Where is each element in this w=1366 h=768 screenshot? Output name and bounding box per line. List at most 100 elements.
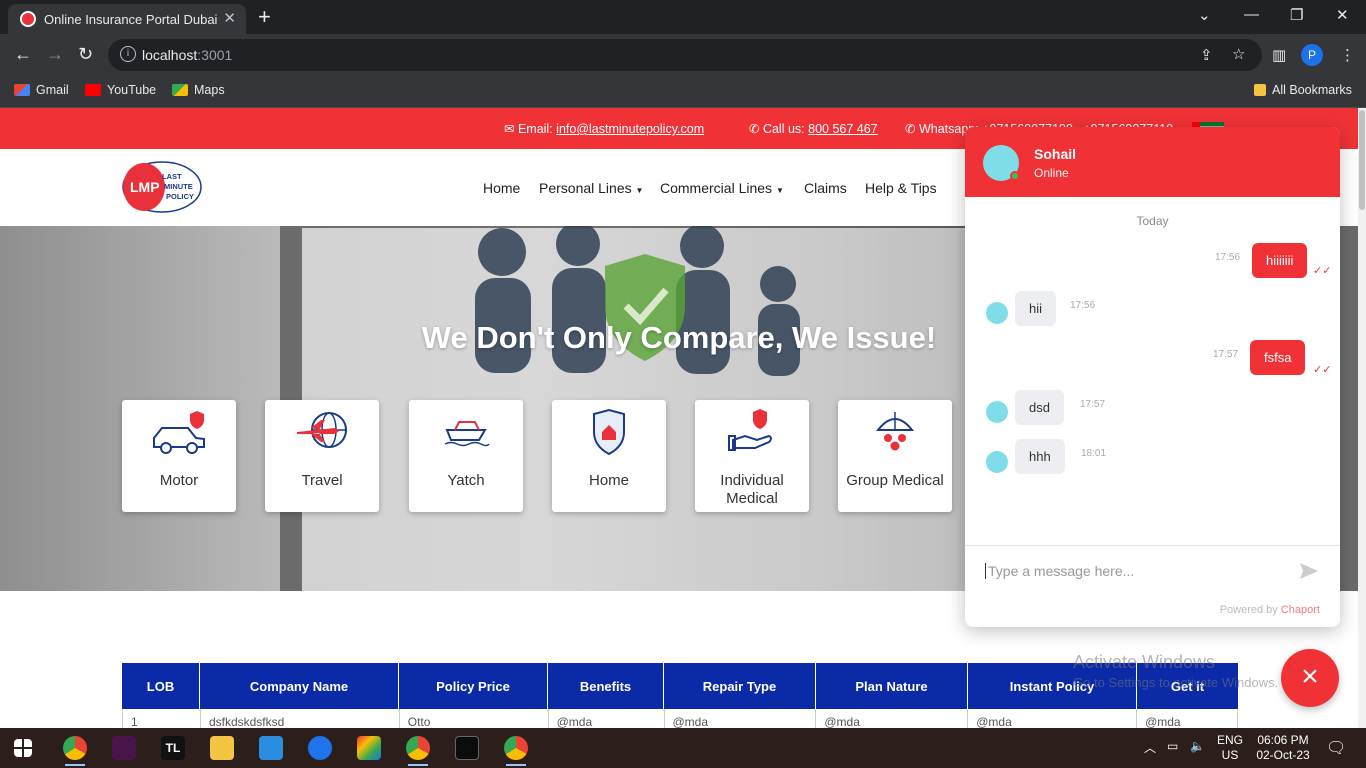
bookmark-maps[interactable]: Maps xyxy=(172,83,225,97)
product-card-label: Individual Medical xyxy=(720,472,784,507)
message-time: 17:57 xyxy=(1080,399,1106,410)
maps-icon xyxy=(172,84,188,96)
url-text: localhost:3001 xyxy=(142,47,233,63)
language-indicator[interactable]: ENG US xyxy=(1217,733,1243,763)
site-favicon-icon xyxy=(20,11,36,27)
agent-mini-avatar xyxy=(986,302,1008,324)
agent-mini-avatar xyxy=(986,401,1008,423)
url-field[interactable]: i localhost:3001 ⇪ ☆ xyxy=(108,39,1262,71)
online-status-dot xyxy=(1010,171,1020,181)
notification-icon[interactable]: 🗨 xyxy=(1326,738,1346,758)
windows-start-icon[interactable] xyxy=(14,739,32,757)
zoom-icon[interactable] xyxy=(308,736,332,760)
table-cell: @mda xyxy=(968,709,1138,728)
vscode-icon[interactable] xyxy=(259,736,283,760)
network-icon[interactable]: ▭ xyxy=(1167,739,1178,753)
send-icon[interactable] xyxy=(1299,562,1319,580)
message-time: 18:01 xyxy=(1081,448,1107,459)
minimize-icon[interactable]: — xyxy=(1244,6,1259,23)
folder-icon xyxy=(1254,84,1266,96)
chrome-icon[interactable] xyxy=(504,736,528,766)
product-card-yacht[interactable]: Yatch xyxy=(409,400,523,512)
nav-help-tips[interactable]: Help & Tips xyxy=(865,180,937,196)
table-cell: Otto xyxy=(400,709,549,728)
powered-by: Powered by Chaport xyxy=(1219,604,1320,616)
chrome-icon[interactable] xyxy=(406,736,430,766)
clock[interactable]: 06:06 PM 02-Oct-23 xyxy=(1254,733,1312,763)
slack-icon[interactable] xyxy=(112,736,136,760)
message-outgoing: fsfsa xyxy=(1250,340,1306,375)
hand-shield-icon xyxy=(728,409,772,451)
product-card-home[interactable]: Home xyxy=(552,400,666,512)
terminal-icon[interactable] xyxy=(455,736,479,760)
logo-letters: LMP xyxy=(130,179,160,195)
nav-personal-lines[interactable]: Personal Lines ▼ xyxy=(539,180,643,196)
show-hidden-icons-icon[interactable]: ︿ xyxy=(1144,739,1156,756)
windows-taskbar: TL ︿ ▭ 🔈 ENG US 06:06 PM 02-Oct-23 🗨 xyxy=(0,728,1366,768)
nav-home[interactable]: Home xyxy=(483,180,520,196)
phone-link[interactable]: 800 567 467 xyxy=(808,122,878,136)
page-scrollbar[interactable] xyxy=(1358,108,1366,728)
chaport-link[interactable]: Chaport xyxy=(1281,604,1320,616)
message-outgoing: hiiiiiii xyxy=(1252,243,1308,278)
side-panel-icon[interactable]: ▥ xyxy=(1272,46,1286,64)
message-time: 17:57 xyxy=(1213,349,1239,360)
product-card-group-medical[interactable]: Group Medical xyxy=(838,400,952,512)
file-explorer-icon[interactable] xyxy=(210,736,234,760)
chat-day-divider: Today xyxy=(1136,214,1169,228)
product-card-individual-medical[interactable]: Individual Medical xyxy=(695,400,809,512)
browser-tab[interactable]: Online Insurance Portal Dubai ✕ xyxy=(8,4,246,34)
product-card-label: Travel xyxy=(301,472,343,489)
all-bookmarks[interactable]: All Bookmarks xyxy=(1254,83,1352,97)
new-tab-icon[interactable]: + xyxy=(258,4,271,30)
table-header[interactable]: Plan Nature xyxy=(816,663,968,709)
table-header[interactable]: LOB xyxy=(122,663,200,709)
tab-search-icon[interactable]: ⌄ xyxy=(1198,6,1211,24)
lmp-logo[interactable]: LMP LAST MINUTE POLICY xyxy=(122,161,202,213)
bookmark-gmail[interactable]: Gmail xyxy=(14,83,69,97)
umbrella-group-icon xyxy=(875,412,915,451)
email-contact: ✉ Email: info@lastminutepolicy.com xyxy=(504,122,705,136)
browser-tab-bar: Online Insurance Portal Dubai ✕ + ⌄ — ❐ … xyxy=(0,0,1366,34)
table-cell: @mda xyxy=(549,709,665,728)
product-card-label: Motor xyxy=(159,472,199,489)
bookmark-youtube[interactable]: YouTube xyxy=(85,83,156,97)
table-header[interactable]: Policy Price xyxy=(399,663,548,709)
reload-icon[interactable]: ↻ xyxy=(78,44,93,65)
table-header[interactable]: Repair Type xyxy=(664,663,816,709)
back-icon[interactable]: ← xyxy=(14,44,32,65)
volume-muted-icon[interactable]: 🔈 xyxy=(1190,739,1205,753)
message-incoming: hii xyxy=(1015,291,1057,326)
forward-icon[interactable]: → xyxy=(46,44,64,65)
share-icon[interactable]: ⇪ xyxy=(1200,46,1213,64)
close-chat-button[interactable]: × xyxy=(1281,649,1339,707)
product-card-motor[interactable]: Motor xyxy=(122,400,236,512)
restore-icon[interactable]: ❐ xyxy=(1290,6,1303,24)
nav-commercial-lines[interactable]: Commercial Lines ▼ xyxy=(660,180,784,196)
tl-app-icon[interactable]: TL xyxy=(161,736,185,760)
chat-input-bar: Type a message here... xyxy=(965,545,1340,597)
phone-contact: ✆ Call us: 800 567 467 xyxy=(749,122,878,136)
bookmark-star-icon[interactable]: ☆ xyxy=(1232,45,1245,63)
close-window-icon[interactable]: ✕ xyxy=(1336,6,1349,24)
message-incoming: hhh xyxy=(1015,439,1065,474)
scrollbar-thumb[interactable] xyxy=(1359,110,1365,210)
car-icon xyxy=(153,411,205,454)
product-card-travel[interactable]: Travel xyxy=(265,400,379,512)
chrome-icon[interactable] xyxy=(63,736,87,766)
table-header[interactable]: Company Name xyxy=(200,663,399,709)
quotes-table: LOB Company Name Policy Price Benefits R… xyxy=(122,663,1238,728)
table-header[interactable]: Benefits xyxy=(548,663,664,709)
close-tab-icon[interactable]: ✕ xyxy=(223,9,236,27)
profile-avatar[interactable]: P xyxy=(1301,44,1323,66)
chat-message-input[interactable]: Type a message here... xyxy=(985,563,1134,579)
house-shield-icon xyxy=(593,408,625,456)
gmail-icon xyxy=(14,84,30,96)
site-info-icon[interactable]: i xyxy=(120,46,136,62)
email-link[interactable]: info@lastminutepolicy.com xyxy=(556,122,704,136)
menu-kebab-icon[interactable]: ⋮ xyxy=(1340,46,1355,64)
git-app-icon[interactable] xyxy=(357,736,381,760)
table-row: 1 dsfkdskdsfksd Otto @mda @mda @mda @mda… xyxy=(122,709,1238,728)
nav-claims[interactable]: Claims xyxy=(804,180,847,196)
table-cell: @mda xyxy=(1137,709,1238,728)
